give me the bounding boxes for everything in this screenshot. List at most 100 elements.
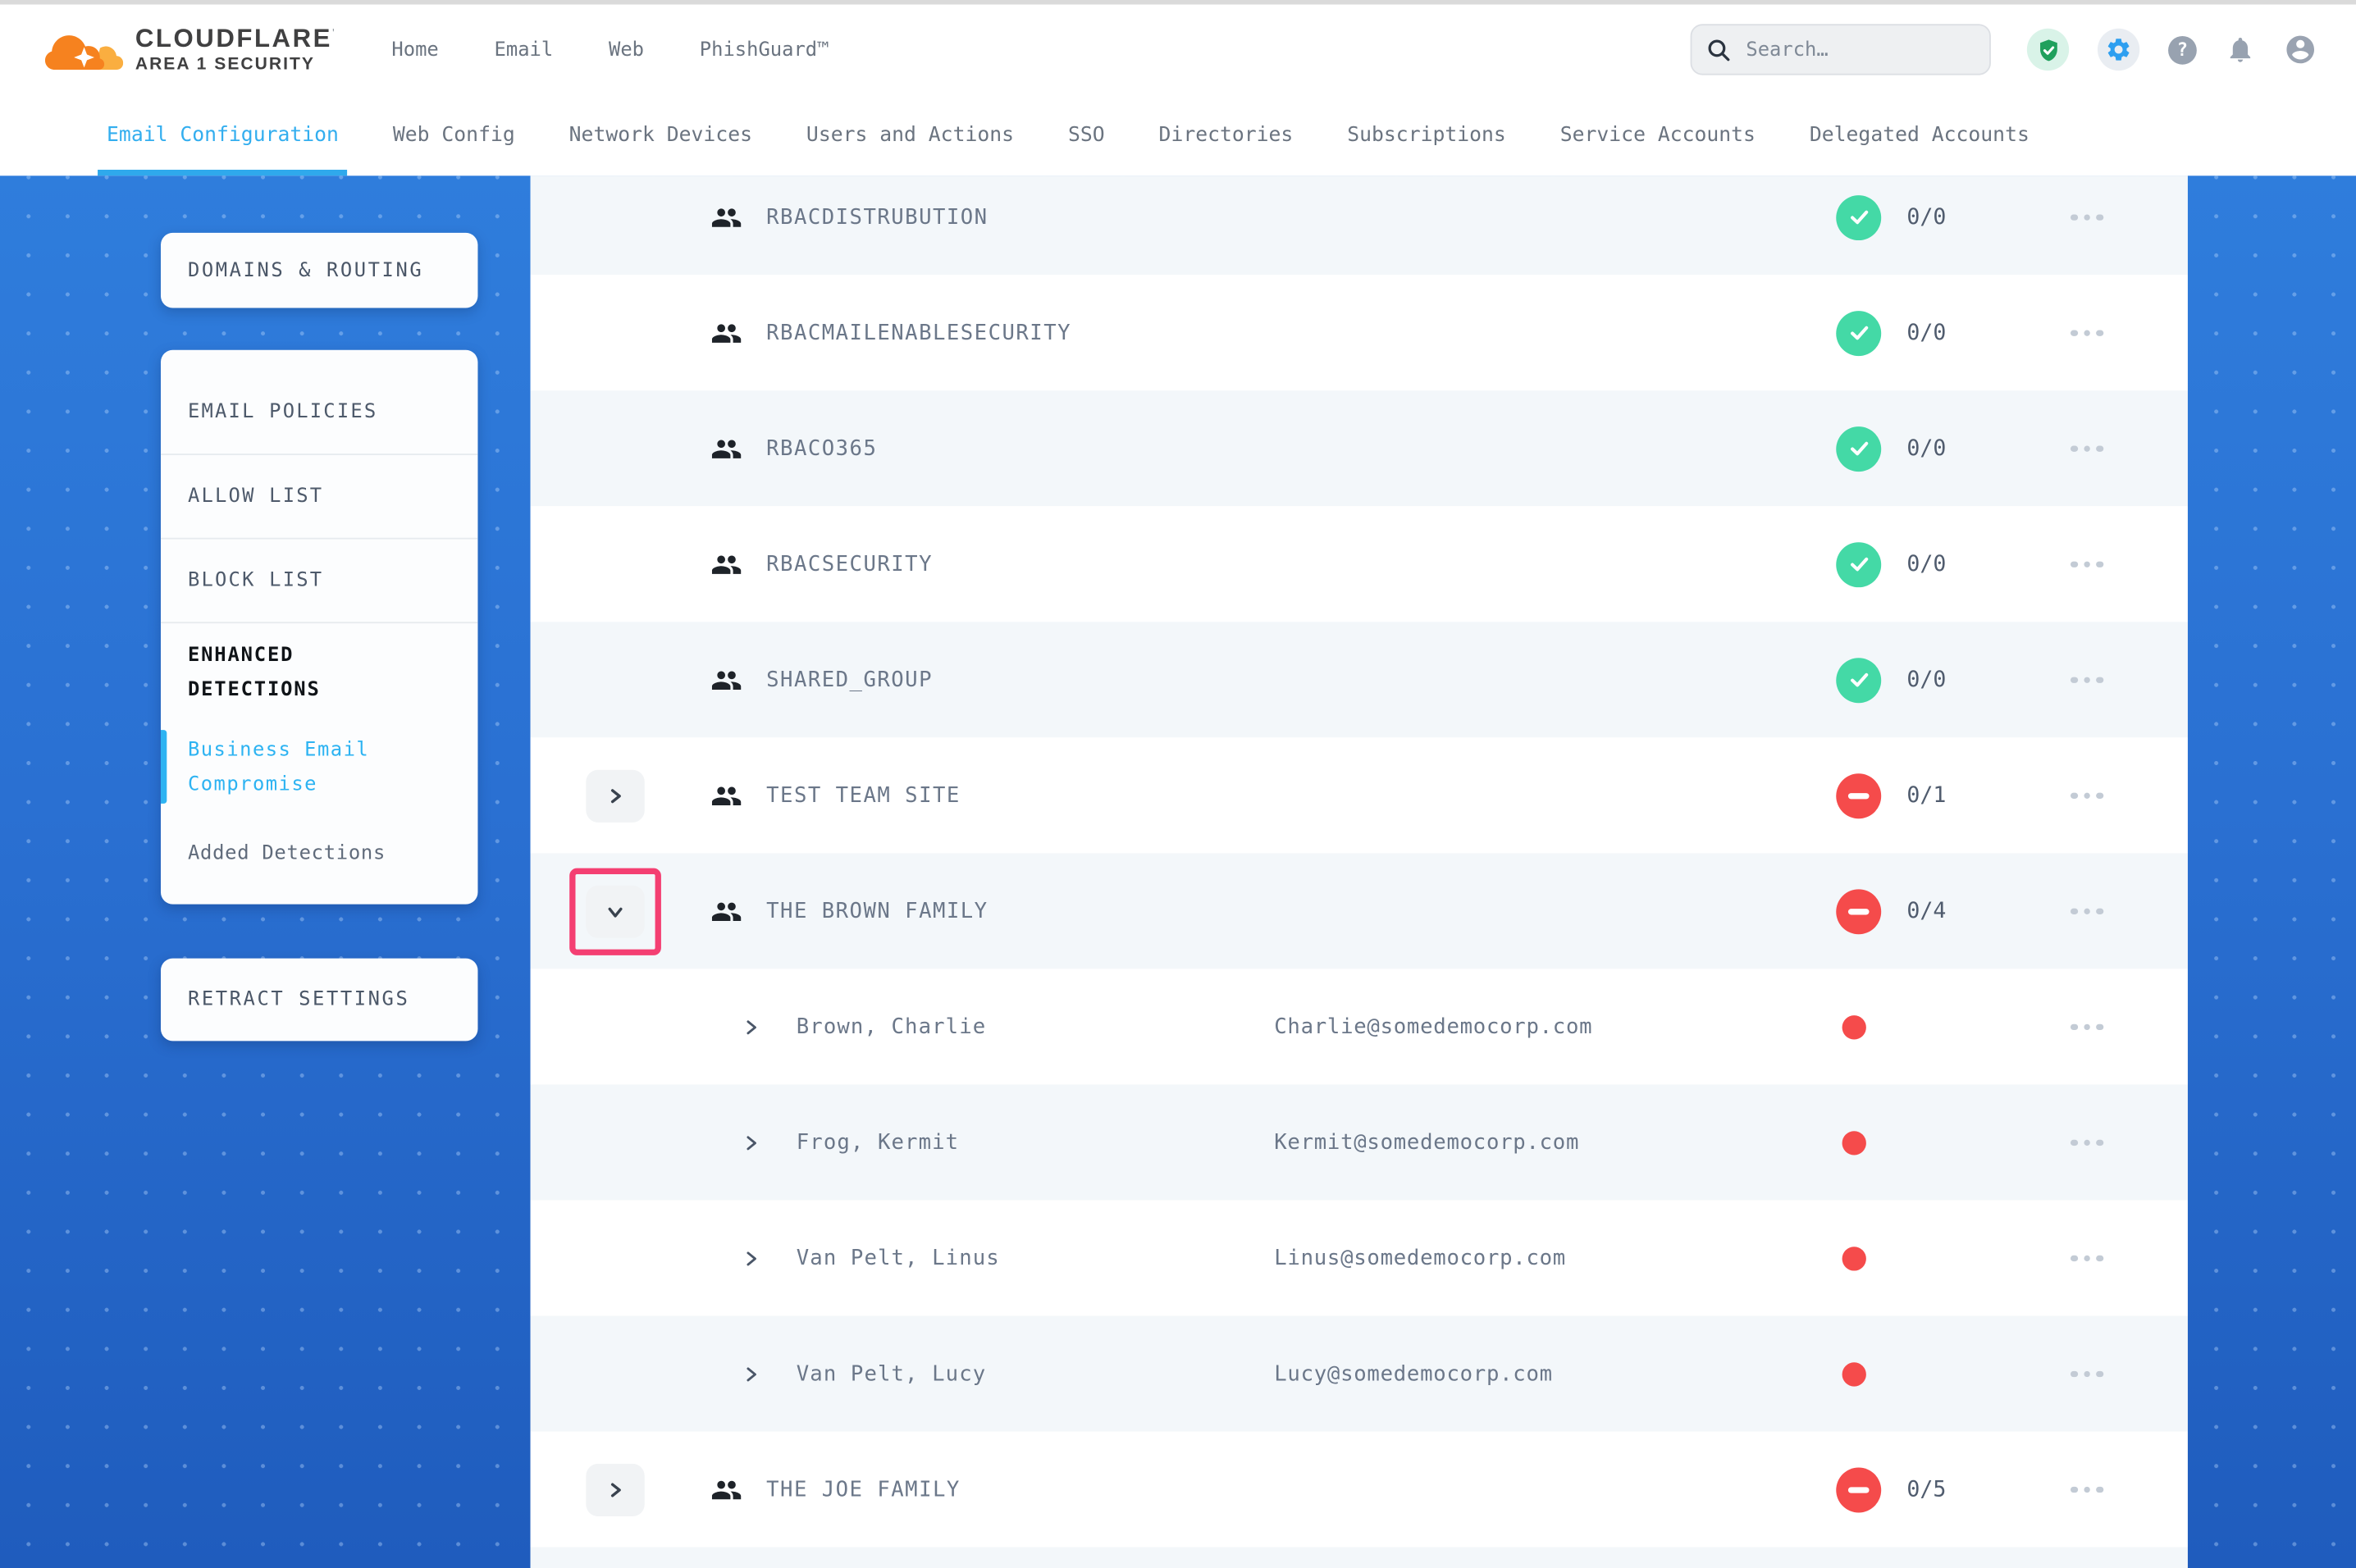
expand-button-the-joe-family[interactable] [586, 1463, 644, 1516]
sidebar-item-enhanced-detections[interactable]: ENHANCEDDETECTIONS [161, 623, 477, 722]
menu-dot [2084, 561, 2090, 567]
row-actions-menu-button[interactable] [2071, 1139, 2103, 1146]
status-check-badge [1836, 657, 1881, 702]
primary-nav-item-phishguard[interactable]: PhishGuard™ [700, 39, 829, 61]
notifications-bell-icon[interactable] [2226, 34, 2256, 65]
table-row-group-rbaco365[interactable]: RBACO3650/0 [531, 390, 2188, 506]
check-icon [1846, 551, 1871, 577]
table-row-member-van-pelt-linus[interactable]: Van Pelt, Linus Linus@somedemocorp.com [531, 1200, 2188, 1315]
menu-dot [2071, 445, 2077, 452]
table-row-group-the-joe-family[interactable]: THE JOE FAMILY0/5 [531, 1432, 2188, 1547]
row-actions-menu-button[interactable] [2071, 1370, 2103, 1377]
sidebar-item-added-detections[interactable]: Added Detections [161, 811, 477, 896]
chevron-right-icon [605, 786, 625, 805]
expand-button-test-team-site[interactable] [586, 769, 644, 822]
row-actions-menu-button[interactable] [2071, 792, 2103, 799]
member-name: Van Pelt, Linus [797, 1246, 1000, 1269]
minus-icon [1848, 908, 1870, 914]
group-name: THE BROWN FAMILY [766, 899, 988, 923]
tab-email-configuration[interactable]: Email Configuration [107, 94, 339, 175]
user-avatar-icon[interactable] [2284, 33, 2317, 66]
menu-dot [2096, 214, 2103, 221]
primary-nav-item-home[interactable]: Home [391, 39, 438, 61]
table-row-group-rbacmailenablesecurity[interactable]: RBACMAILENABLESECURITY0/0 [531, 275, 2188, 390]
primary-nav-item-web[interactable]: Web [609, 39, 644, 61]
group-name: RBACSECURITY [766, 552, 933, 576]
row-actions-menu-button[interactable] [2071, 1255, 2103, 1261]
settings-gear-icon[interactable] [2098, 29, 2139, 71]
table-row-member-brown-charlie[interactable]: Brown, CharlieCharlie@somedemocorp.com [531, 969, 2188, 1084]
table-row-group-rbacsecurity[interactable]: RBACSECURITY 0/0 [531, 506, 2188, 622]
member-chevron-right-icon [742, 1249, 760, 1267]
member-count: 0/0 [1906, 436, 1946, 460]
table-row-member-van-pelt-lucy[interactable]: Van Pelt, LucyLucy@somedemocorp.com [531, 1316, 2188, 1432]
member-count: 0/0 [1906, 552, 1946, 576]
member-count: 0/1 [1906, 783, 1946, 807]
workspace-background: DOMAINS & ROUTING EMAIL POLICIESALLOW LI… [0, 175, 2356, 1568]
search-box[interactable] [1691, 24, 1991, 75]
check-icon [1846, 320, 1871, 345]
row-actions-menu-button[interactable] [2071, 677, 2103, 683]
group-people-icon [710, 201, 742, 232]
table-row-group-the-brown-family[interactable]: THE BROWN FAMILY0/4 [531, 853, 2188, 969]
table-row-group-rbacdistrubution[interactable]: RBACDISTRUBUTION0/0 [531, 175, 2188, 275]
sidebar-item-email-policies[interactable]: EMAIL POLICIES [161, 371, 477, 454]
shield-check-icon[interactable] [2027, 29, 2069, 71]
group-name: TEST TEAM SITE [766, 783, 961, 807]
row-actions-menu-button[interactable] [2071, 1023, 2103, 1030]
row-actions-menu-button[interactable] [2071, 214, 2103, 221]
header-right-cluster: ? [1691, 24, 2317, 75]
cloudflare-cloud-icon [45, 24, 123, 75]
member-email: Linus@somedemocorp.com [1274, 1246, 1566, 1269]
check-icon [1846, 435, 1871, 461]
member-email: Lucy@somedemocorp.com [1274, 1361, 1553, 1385]
tab-subscriptions[interactable]: Subscriptions [1347, 94, 1506, 175]
cloudflare-logo: CLOUDFLARE' AREA 1 SECURITY [45, 24, 335, 75]
sidebar-item-block-list[interactable]: BLOCK LIST [161, 540, 477, 622]
search-input[interactable] [1743, 37, 1975, 62]
sidebar-card-email-policies: EMAIL POLICIESALLOW LISTBLOCK LISTENHANC… [161, 350, 477, 905]
table-row-member-frog-kermit[interactable]: Frog, KermitKermit@somedemocorp.com [531, 1084, 2188, 1200]
tab-directories[interactable]: Directories [1159, 94, 1294, 175]
app-window: CLOUDFLARE' AREA 1 SECURITY Home Email Web… [0, 0, 2356, 1568]
row-actions-menu-button[interactable] [2071, 445, 2103, 452]
minus-icon [1848, 1486, 1870, 1492]
table-row-partial [531, 1547, 2188, 1568]
primary-nav-item-email[interactable]: Email [495, 39, 554, 61]
row-actions-menu-button[interactable] [2071, 1486, 2103, 1493]
help-glyph: ? [2177, 39, 2188, 61]
chevron-down-icon [605, 901, 625, 921]
row-actions-menu-button[interactable] [2071, 908, 2103, 914]
top-header: CLOUDFLARE' AREA 1 SECURITY Home Email Web… [0, 4, 2356, 94]
group-people-icon [710, 664, 742, 695]
table-row-group-shared-group[interactable]: SHARED_GROUP0/0 [531, 622, 2188, 737]
help-icon[interactable]: ? [2168, 35, 2197, 64]
status-blocked-dot [1842, 1361, 1866, 1385]
member-count: 0/5 [1906, 1477, 1946, 1501]
check-icon [1846, 204, 1871, 230]
sidebar-card-retract-settings[interactable]: RETRACT SETTINGS [161, 959, 477, 1042]
tab-sso[interactable]: SSO [1068, 94, 1105, 175]
active-item-indicator-bar [161, 730, 167, 804]
tab-service-accounts[interactable]: Service Accounts [1560, 94, 1756, 175]
status-check-badge [1836, 426, 1881, 471]
sidebar-item-allow-list[interactable]: ALLOW LIST [161, 455, 477, 538]
menu-dot [2084, 445, 2090, 452]
menu-dot [2096, 445, 2103, 452]
tab-network-devices[interactable]: Network Devices [569, 94, 752, 175]
menu-dot [2084, 908, 2090, 914]
menu-dot [2096, 330, 2103, 336]
groups-table-panel: RBACDISTRUBUTION0/0RBACMAILENABLESECURIT… [531, 175, 2188, 1568]
collapse-button-the-brown-family[interactable] [586, 885, 644, 937]
member-email: Kermit@somedemocorp.com [1274, 1130, 1579, 1154]
table-row-group-test-team-site[interactable]: TEST TEAM SITE 0/1 [531, 737, 2188, 853]
tab-users-and-actions[interactable]: Users and Actions [806, 94, 1014, 175]
tab-web-config[interactable]: Web Config [393, 94, 515, 175]
menu-dot [2084, 1139, 2090, 1146]
sidebar-item-business-email-compromise-active[interactable]: Business EmailCompromise [161, 722, 477, 811]
tab-delegated-accounts[interactable]: Delegated Accounts [1810, 94, 2030, 175]
status-blocked-badge [1836, 888, 1881, 933]
sidebar-card-domains-routing[interactable]: DOMAINS & ROUTING [161, 233, 477, 308]
row-actions-menu-button[interactable] [2071, 561, 2103, 567]
row-actions-menu-button[interactable] [2071, 330, 2103, 336]
